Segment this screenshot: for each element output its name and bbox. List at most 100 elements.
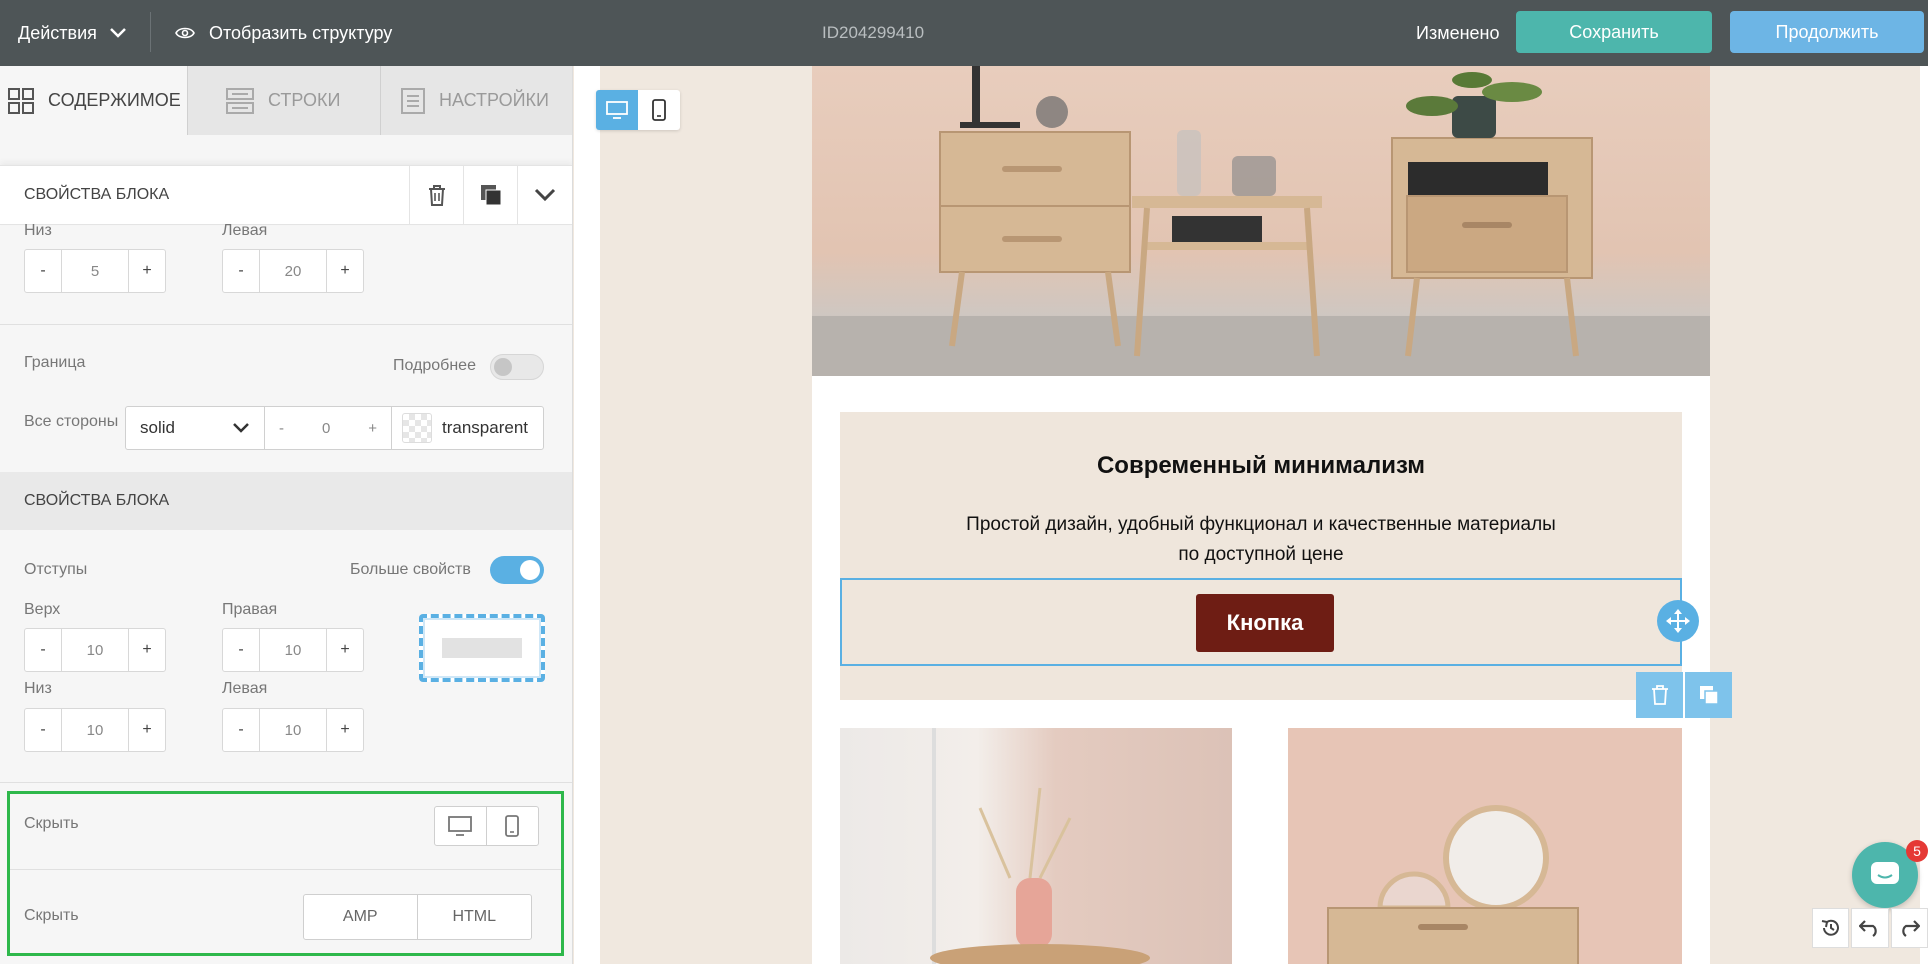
card-text-line: Простой дизайн, удобный функционал и кач… <box>966 514 1556 535</box>
padding-right-stepper: - 10 + <box>222 628 364 672</box>
block-properties-title: СВОЙСТВА БЛОКА <box>24 186 170 203</box>
decrement-button[interactable]: - <box>25 709 61 751</box>
border-style-value: solid <box>140 418 175 437</box>
decrement-button[interactable]: - <box>223 709 259 751</box>
padding-bottom-stepper: - 10 + <box>24 708 166 752</box>
border-width-value[interactable]: 0 <box>322 420 330 437</box>
padding-right-value[interactable]: 10 <box>259 629 327 671</box>
decrement-button[interactable]: - <box>25 629 61 671</box>
padding-bottom-value[interactable]: 10 <box>61 709 129 751</box>
increment-button[interactable]: + <box>129 250 165 292</box>
annotation-highlight <box>7 791 564 956</box>
cta-button[interactable]: Кнопка <box>1196 594 1334 652</box>
card-text-line: по доступной цене <box>1178 544 1344 565</box>
copy-icon <box>1699 686 1719 705</box>
continue-button[interactable]: Продолжить <box>1730 11 1924 53</box>
chevron-down-icon <box>233 423 249 433</box>
delete-block-button[interactable] <box>1636 672 1683 718</box>
padding-right-label: Правая <box>222 601 278 618</box>
border-color-value: transparent <box>442 418 528 437</box>
increment-button[interactable]: + <box>327 629 363 671</box>
trash-icon <box>1651 685 1668 705</box>
top-bar: Действия Отобразить структуру ID20429941… <box>0 0 1928 66</box>
topbar-divider <box>150 12 151 52</box>
decrement-button[interactable]: - <box>279 420 284 437</box>
padding-left-stepper: - 10 + <box>222 708 364 752</box>
device-preview-toggle <box>596 90 680 130</box>
padding-left-value[interactable]: 10 <box>259 709 327 751</box>
increment-button[interactable]: + <box>129 629 165 671</box>
email-body: Современный минимализм Простой дизайн, у… <box>812 66 1732 964</box>
padding-left-label: Левая <box>222 680 268 697</box>
divider <box>0 782 572 783</box>
save-button[interactable]: Сохранить <box>1516 11 1712 53</box>
increment-button[interactable]: + <box>368 420 377 437</box>
grid-icon <box>8 87 34 114</box>
card-text[interactable]: Простой дизайн, удобный функционал и кач… <box>840 510 1682 570</box>
show-structure-label: Отобразить структуру <box>209 22 393 43</box>
rows-icon <box>226 87 254 114</box>
product-image-right[interactable] <box>1288 728 1682 964</box>
selected-button-block[interactable]: Кнопка <box>840 578 1682 666</box>
collapse-block-button[interactable] <box>517 166 571 224</box>
increment-button[interactable]: + <box>327 709 363 751</box>
border-color-picker[interactable]: transparent <box>391 406 544 450</box>
padding-top-value[interactable]: 10 <box>61 629 129 671</box>
actions-menu[interactable]: Действия <box>18 0 127 66</box>
block-toolbar <box>1636 672 1732 718</box>
padding-left-label: Левая <box>222 222 268 239</box>
tab-content-label: СОДЕРЖИМОЕ <box>48 90 181 110</box>
product-image-left[interactable] <box>840 728 1232 964</box>
settings-doc-icon <box>401 87 425 114</box>
tab-settings[interactable]: НАСТРОЙКИ <box>381 66 572 135</box>
chat-notification-badge: 5 <box>1906 840 1928 862</box>
mobile-icon <box>652 99 666 121</box>
history-toolbar <box>1812 908 1928 948</box>
undo-icon <box>1858 920 1877 937</box>
tab-content[interactable]: СОДЕРЖИМОЕ <box>0 66 188 135</box>
tab-rows[interactable]: СТРОКИ <box>188 66 381 135</box>
more-properties-toggle[interactable] <box>490 556 544 584</box>
padding-top-label: Верх <box>24 601 61 618</box>
show-structure-button[interactable]: Отобразить структуру <box>175 0 392 66</box>
tab-settings-label: НАСТРОЙКИ <box>439 90 549 110</box>
panel-tabs: СОДЕРЖИМОЕ СТРОКИ НАСТРОЙКИ <box>0 66 572 135</box>
padding-bottom-label: Низ <box>24 222 52 239</box>
move-handle[interactable] <box>1657 600 1699 642</box>
trash-icon <box>428 185 445 206</box>
block-properties-section[interactable]: СВОЙСТВА БЛОКА <box>0 472 572 530</box>
eye-icon <box>175 27 195 39</box>
padding-left-value[interactable]: 20 <box>259 250 327 292</box>
desktop-icon <box>606 101 628 119</box>
redo-button[interactable] <box>1890 908 1928 948</box>
padding-bottom-stepper: - 5 + <box>24 249 166 293</box>
padding-label: Отступы <box>24 561 88 578</box>
block-properties-header: СВОЙСТВА БЛОКА <box>0 165 572 225</box>
card-title[interactable]: Современный минимализм <box>840 452 1682 480</box>
decrement-button[interactable]: - <box>223 250 259 292</box>
duplicate-block-button[interactable] <box>463 166 517 224</box>
hero-image[interactable] <box>812 66 1710 376</box>
delete-block-button[interactable] <box>409 166 463 224</box>
padding-bottom-label: Низ <box>24 680 52 697</box>
duplicate-block-button[interactable] <box>1685 672 1732 718</box>
desktop-preview-button[interactable] <box>596 90 638 130</box>
increment-button[interactable]: + <box>327 250 363 292</box>
border-more-toggle[interactable] <box>490 354 544 380</box>
mobile-preview-button[interactable] <box>638 90 680 130</box>
furniture-illustration <box>812 66 1710 376</box>
decrement-button[interactable]: - <box>223 629 259 671</box>
redo-icon <box>1902 920 1921 937</box>
move-icon <box>1666 609 1690 633</box>
padding-bottom-value[interactable]: 5 <box>61 250 129 292</box>
undo-button[interactable] <box>1851 908 1889 948</box>
padding-preview-box <box>442 638 522 658</box>
border-style-select[interactable]: solid <box>125 406 265 450</box>
decrement-button[interactable]: - <box>25 250 61 292</box>
divider <box>0 324 572 325</box>
history-button[interactable] <box>1812 908 1850 948</box>
dresser-illustration <box>1327 805 1579 964</box>
increment-button[interactable]: + <box>129 709 165 751</box>
actions-label: Действия <box>18 22 97 43</box>
chevron-down-icon <box>534 188 555 202</box>
